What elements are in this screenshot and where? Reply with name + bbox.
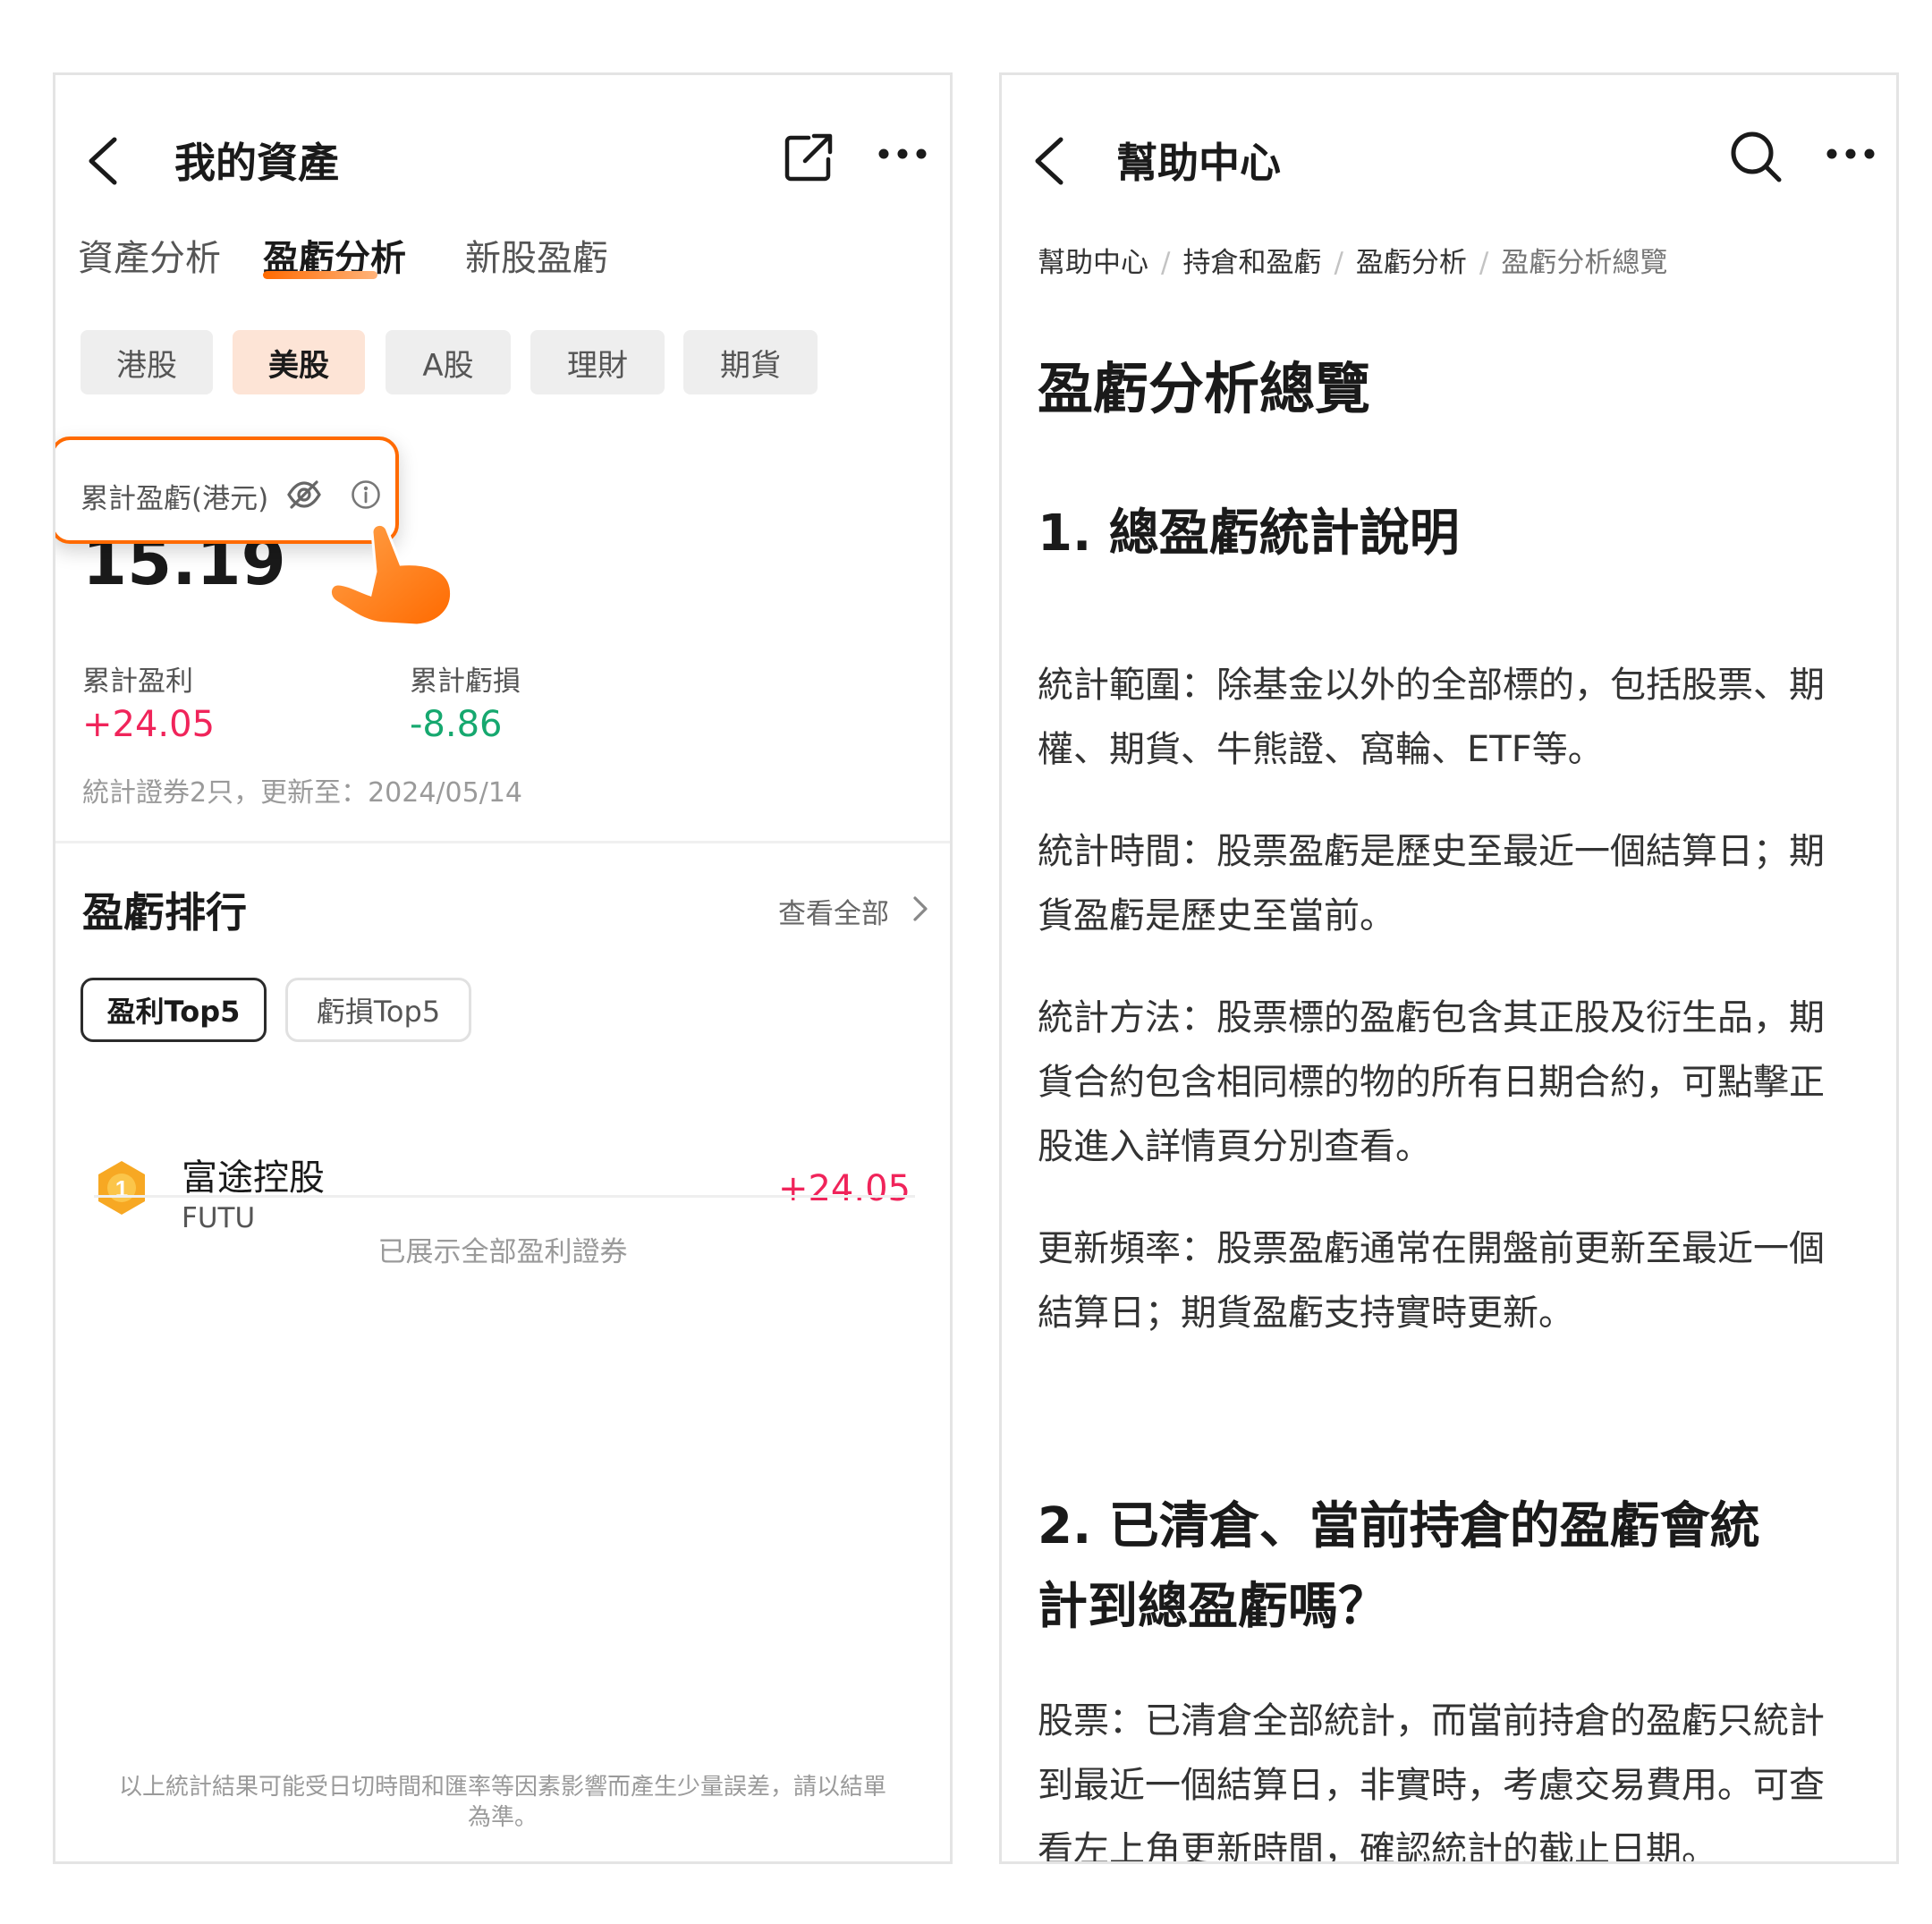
paragraph-line: 股票：已清倉全部統計，而當前持倉的盈虧只統計: [1038, 1700, 1825, 1742]
total-loss-value: -8.86: [410, 704, 503, 745]
help-panel: 幫助中心 幫助中心 / 持倉和盈虧 / 盈虧分析 / 盈虧分析總覽 盈虧分析總覽 1. 總盈…: [999, 72, 1899, 1864]
total-loss-label: 累計虧損: [410, 665, 521, 698]
paragraph-line: 看左上角更新時間，確認統計的截止日期。: [1038, 1829, 1717, 1864]
share-icon[interactable]: [784, 132, 834, 182]
breadcrumb: 幫助中心 / 持倉和盈虧 / 盈虧分析 / 盈虧分析總覽: [1038, 240, 1667, 280]
paragraph-line: 統計範圍：除基金以外的全部標的，包括股票、期: [1038, 665, 1825, 706]
breadcrumb-item-current: 盈虧分析總覽: [1501, 247, 1668, 279]
more-icon[interactable]: [878, 147, 927, 161]
back-arrow-icon[interactable]: [1029, 134, 1072, 188]
eye-off-icon[interactable]: [286, 479, 322, 510]
end-of-list-note: 已展示全部盈利證券: [377, 1236, 628, 1268]
paragraph-time: 統計時間：股票盈虧是歷史至最近一個結算日；期 貨盈虧是歷史至當前。: [1038, 819, 1869, 948]
section-heading: 1. 總盈虧統計說明: [1038, 504, 1460, 563]
paragraph-line: 統計時間：股票盈虧是歷史至最近一個結算日；期: [1038, 831, 1825, 872]
tap-hand-icon: [324, 516, 458, 632]
disclaimer: 以上統計結果可能受日切時間和匯率等因素影響而產生少量誤差，請以結單 為準。: [55, 1772, 950, 1833]
rank-number: 1: [115, 1175, 128, 1202]
section-heading: 2. 已清倉、當前持倉的盈虧會統 計到總盈虧嗎？: [1038, 1487, 1869, 1648]
stock-name: 富途控股: [182, 1157, 325, 1199]
paragraph-line: 統計方法：股票標的盈虧包含其正股及衍生品，期: [1038, 997, 1825, 1038]
back-arrow-icon[interactable]: [82, 134, 125, 188]
paragraph-stocks: 股票：已清倉全部統計，而當前持倉的盈虧只統計 到最近一個結算日，非實時，考慮交易…: [1038, 1689, 1869, 1864]
breadcrumb-separator: /: [1334, 247, 1343, 279]
breadcrumb-item-help[interactable]: 幫助中心: [1038, 247, 1148, 279]
ranking-title: 盈虧排行: [82, 888, 247, 937]
market-chip-futures[interactable]: 期貨: [683, 330, 818, 394]
search-icon[interactable]: [1728, 129, 1784, 184]
market-chip-wealth[interactable]: 理財: [530, 330, 665, 394]
asset-panel: 我的資產 資產分析 盈虧分析 新股盈虧 港股 美股 A股 理財 期貨 15.19…: [53, 72, 953, 1864]
paragraph-line: 貨合約包含相同標的物的所有日期合約，可點擊正: [1038, 1062, 1825, 1103]
breadcrumb-item-positions[interactable]: 持倉和盈虧: [1182, 247, 1321, 279]
heading-line: 計到總盈虧嗎？: [1038, 1578, 1388, 1636]
paragraph-line: 權、期貨、牛熊證、窩輪、ETF等。: [1038, 729, 1604, 770]
market-chip-hk[interactable]: 港股: [80, 330, 213, 394]
disclaimer-line: 以上統計結果可能受日切時間和匯率等因素影響而產生少量誤差，請以結單: [118, 1774, 886, 1801]
row-divider: [94, 1195, 915, 1198]
total-profit-label: 累計盈利: [82, 665, 193, 698]
total-profit-value: +24.05: [82, 704, 216, 745]
active-tab-indicator: [263, 271, 377, 279]
page-title: 我的資產: [174, 139, 339, 187]
paragraph-line: 到最近一個結算日，非實時，考慮交易費用。可查: [1038, 1765, 1825, 1806]
paragraph-scope: 統計範圍：除基金以外的全部標的，包括股票、期 權、期貨、牛熊證、窩輪、ETF等。: [1038, 653, 1869, 782]
market-chip-us[interactable]: 美股: [233, 330, 365, 394]
view-all-link[interactable]: 查看全部: [778, 891, 889, 931]
medal-icon: 1: [96, 1159, 148, 1216]
info-icon[interactable]: [351, 479, 381, 510]
tab-asset-analysis[interactable]: 資產分析: [78, 229, 221, 281]
page-title: 幫助中心: [1116, 139, 1281, 187]
paragraph-line: 更新頻率：股票盈虧通常在開盤前更新至最近一個: [1038, 1228, 1825, 1269]
stats-meta: 統計證券2只，更新至：2024/05/14: [82, 777, 522, 809]
section-divider: [55, 841, 950, 843]
disclaimer-line: 為準。: [467, 1804, 538, 1831]
total-pnl-label: 累計盈虧(港元): [80, 483, 269, 515]
breadcrumb-item-pnl-analysis[interactable]: 盈虧分析: [1356, 247, 1467, 279]
breadcrumb-separator: /: [1479, 247, 1489, 279]
article-title: 盈虧分析總覽: [1038, 356, 1371, 421]
market-chip-a[interactable]: A股: [386, 330, 511, 394]
paragraph-line: 結算日；期貨盈虧支持實時更新。: [1038, 1293, 1574, 1334]
pill-loss-top5[interactable]: 虧損Top5: [285, 978, 471, 1042]
paragraph-method: 統計方法：股票標的盈虧包含其正股及衍生品，期 貨合約包含相同標的物的所有日期合約…: [1038, 986, 1869, 1179]
breadcrumb-separator: /: [1161, 247, 1171, 279]
stock-pnl-value: +24.05: [777, 1168, 911, 1209]
paragraph-line: 股進入詳情頁分別查看。: [1038, 1126, 1431, 1167]
tab-ipo-pnl[interactable]: 新股盈虧: [465, 229, 608, 281]
paragraph-frequency: 更新頻率：股票盈虧通常在開盤前更新至最近一個 結算日；期貨盈虧支持實時更新。: [1038, 1216, 1869, 1345]
heading-line: 2. 已清倉、當前持倉的盈虧會統: [1038, 1497, 1760, 1555]
chevron-right-icon[interactable]: [911, 893, 930, 925]
pill-profit-top5[interactable]: 盈利Top5: [80, 978, 267, 1042]
paragraph-line: 貨盈虧是歷史至當前。: [1038, 895, 1395, 937]
more-icon[interactable]: [1826, 147, 1875, 161]
